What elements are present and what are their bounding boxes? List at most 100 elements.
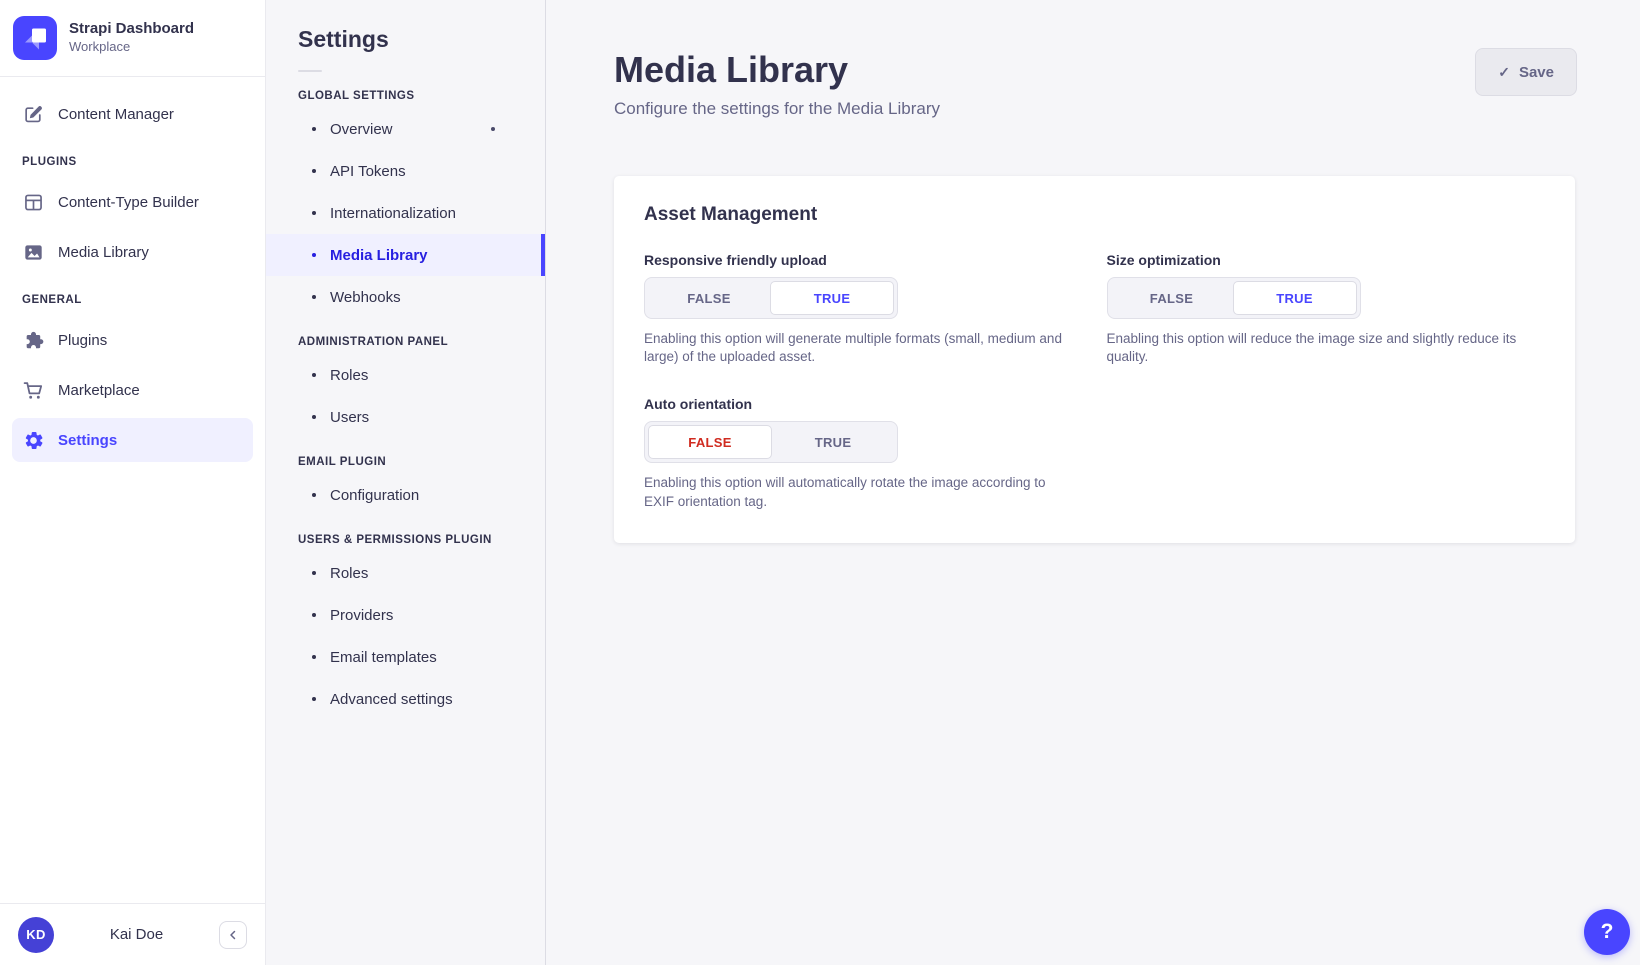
- toggle-option-true[interactable]: TRUE: [772, 425, 894, 459]
- settings-nav-item-label: Media Library: [330, 247, 428, 264]
- pen-icon: [22, 103, 44, 125]
- settings-nav-item-webhooks[interactable]: Webhooks: [266, 276, 545, 318]
- toggle-responsive-friendly-upload: FALSE TRUE: [644, 277, 898, 319]
- bullet-icon: [312, 415, 316, 419]
- bullet-icon: [312, 169, 316, 173]
- nav-section-title: GENERAL: [12, 294, 253, 306]
- toggle-size-optimization: FALSE TRUE: [1107, 277, 1361, 319]
- primary-nav: Content Manager PLUGINS Content-Type Bui…: [0, 77, 265, 903]
- toggle-option-true[interactable]: TRUE: [770, 281, 894, 315]
- settings-nav-item-advanced-settings[interactable]: Advanced settings: [266, 678, 545, 720]
- asset-management-card: Asset Management Responsive friendly upl…: [614, 176, 1575, 543]
- notification-dot: [491, 127, 495, 131]
- bullet-icon: [312, 697, 316, 701]
- page-subtitle: Configure the settings for the Media Lib…: [614, 99, 1574, 119]
- field-label: Auto orientation: [644, 396, 1083, 412]
- bullet-icon: [312, 655, 316, 659]
- field-responsive-friendly-upload: Responsive friendly upload FALSE TRUE En…: [644, 252, 1083, 366]
- app-title: Strapi Dashboard: [69, 20, 194, 39]
- sidebar-item-label: Marketplace: [58, 382, 140, 399]
- collapse-sidebar-button[interactable]: [219, 921, 247, 949]
- field-help: Enabling this option will generate multi…: [644, 330, 1074, 366]
- subnav-section-title: GLOBAL SETTINGS: [266, 90, 545, 102]
- settings-nav-item-providers[interactable]: Providers: [266, 594, 545, 636]
- subnav-section-title: USERS & PERMISSIONS PLUGIN: [266, 534, 545, 546]
- settings-nav-item-media-library[interactable]: Media Library: [266, 234, 545, 276]
- bullet-icon: [312, 127, 316, 131]
- settings-nav-item-api-tokens[interactable]: API Tokens: [266, 150, 545, 192]
- settings-nav-item-label: Roles: [330, 367, 368, 384]
- settings-nav-item-label: Roles: [330, 565, 368, 582]
- sidebar-item-media-library[interactable]: Media Library: [12, 230, 253, 274]
- sidebar-item-content-manager[interactable]: Content Manager: [12, 92, 253, 136]
- primary-sidebar: Strapi Dashboard Workplace Content Manag…: [0, 0, 266, 965]
- sidebar-item-content-type-builder[interactable]: Content-Type Builder: [12, 180, 253, 224]
- toggle-option-true[interactable]: TRUE: [1233, 281, 1357, 315]
- settings-nav-item-label: Webhooks: [330, 289, 401, 306]
- page-title: Media Library: [614, 50, 1574, 90]
- bullet-icon: [312, 253, 316, 257]
- settings-nav-item-label: Internationalization: [330, 205, 456, 222]
- bullet-icon: [312, 493, 316, 497]
- field-help: Enabling this option will automatically …: [644, 474, 1074, 510]
- settings-nav-item-overview[interactable]: Overview: [266, 108, 545, 150]
- divider: [298, 70, 322, 72]
- subnav-title: Settings: [266, 26, 545, 53]
- nav-section-title: PLUGINS: [12, 156, 253, 168]
- layout-icon: [22, 191, 44, 213]
- toggle-auto-orientation: FALSE TRUE: [644, 421, 898, 463]
- settings-nav-item-up-roles[interactable]: Roles: [266, 552, 545, 594]
- picture-icon: [22, 241, 44, 263]
- subnav-section-administration-panel: ADMINISTRATION PANEL Roles Users: [266, 336, 545, 438]
- bullet-icon: [312, 373, 316, 377]
- brand-header[interactable]: Strapi Dashboard Workplace: [0, 0, 265, 77]
- brand-text: Strapi Dashboard Workplace: [69, 20, 194, 56]
- subnav-section-email-plugin: EMAIL PLUGIN Configuration: [266, 456, 545, 516]
- strapi-logo-icon: [13, 16, 57, 60]
- settings-nav-item-roles[interactable]: Roles: [266, 354, 545, 396]
- user-name: Kai Doe: [64, 926, 209, 943]
- save-button[interactable]: ✓ Save: [1475, 48, 1577, 96]
- settings-nav-item-label: Providers: [330, 607, 393, 624]
- settings-nav-item-users[interactable]: Users: [266, 396, 545, 438]
- settings-nav-item-label: Advanced settings: [330, 691, 453, 708]
- toggle-option-false[interactable]: FALSE: [648, 425, 772, 459]
- cart-icon: [22, 379, 44, 401]
- check-icon: ✓: [1498, 64, 1510, 81]
- sidebar-item-label: Plugins: [58, 332, 107, 349]
- card-title: Asset Management: [644, 204, 1545, 226]
- fields-grid: Responsive friendly upload FALSE TRUE En…: [644, 252, 1545, 511]
- sidebar-item-marketplace[interactable]: Marketplace: [12, 368, 253, 412]
- settings-nav-item-label: Configuration: [330, 487, 419, 504]
- main-content: Media Library Configure the settings for…: [546, 0, 1640, 965]
- settings-nav-item-internationalization[interactable]: Internationalization: [266, 192, 545, 234]
- bullet-icon: [312, 571, 316, 575]
- nav-section-plugins: PLUGINS Content-Type Builder: [12, 156, 253, 274]
- bullet-icon: [312, 211, 316, 215]
- toggle-option-false[interactable]: FALSE: [648, 281, 770, 315]
- field-size-optimization: Size optimization FALSE TRUE Enabling th…: [1107, 252, 1546, 366]
- gear-icon: [22, 429, 44, 451]
- field-label: Responsive friendly upload: [644, 252, 1083, 268]
- sidebar-item-label: Content Manager: [58, 106, 174, 123]
- avatar[interactable]: KD: [18, 917, 54, 953]
- sidebar-item-plugins[interactable]: Plugins: [12, 318, 253, 362]
- settings-nav-item-label: Email templates: [330, 649, 437, 666]
- help-button[interactable]: ?: [1584, 909, 1630, 955]
- bullet-icon: [312, 613, 316, 617]
- field-auto-orientation: Auto orientation FALSE TRUE Enabling thi…: [644, 396, 1083, 510]
- settings-nav-item-configuration[interactable]: Configuration: [266, 474, 545, 516]
- puzzle-icon: [22, 329, 44, 351]
- workspace-name: Workplace: [69, 39, 194, 56]
- nav-section-general: GENERAL Plugins: [12, 294, 253, 462]
- field-help: Enabling this option will reduce the ima…: [1107, 330, 1537, 366]
- app-window: Strapi Dashboard Workplace Content Manag…: [0, 0, 1640, 965]
- toggle-option-false[interactable]: FALSE: [1111, 281, 1233, 315]
- chevron-left-icon: [228, 930, 238, 940]
- settings-nav-item-email-templates[interactable]: Email templates: [266, 636, 545, 678]
- settings-nav-item-label: Users: [330, 409, 369, 426]
- sidebar-footer: KD Kai Doe: [0, 903, 265, 965]
- sidebar-item-settings[interactable]: Settings: [12, 418, 253, 462]
- settings-subnav: Settings GLOBAL SETTINGS Overview API To…: [266, 0, 546, 965]
- sidebar-item-label: Settings: [58, 432, 117, 449]
